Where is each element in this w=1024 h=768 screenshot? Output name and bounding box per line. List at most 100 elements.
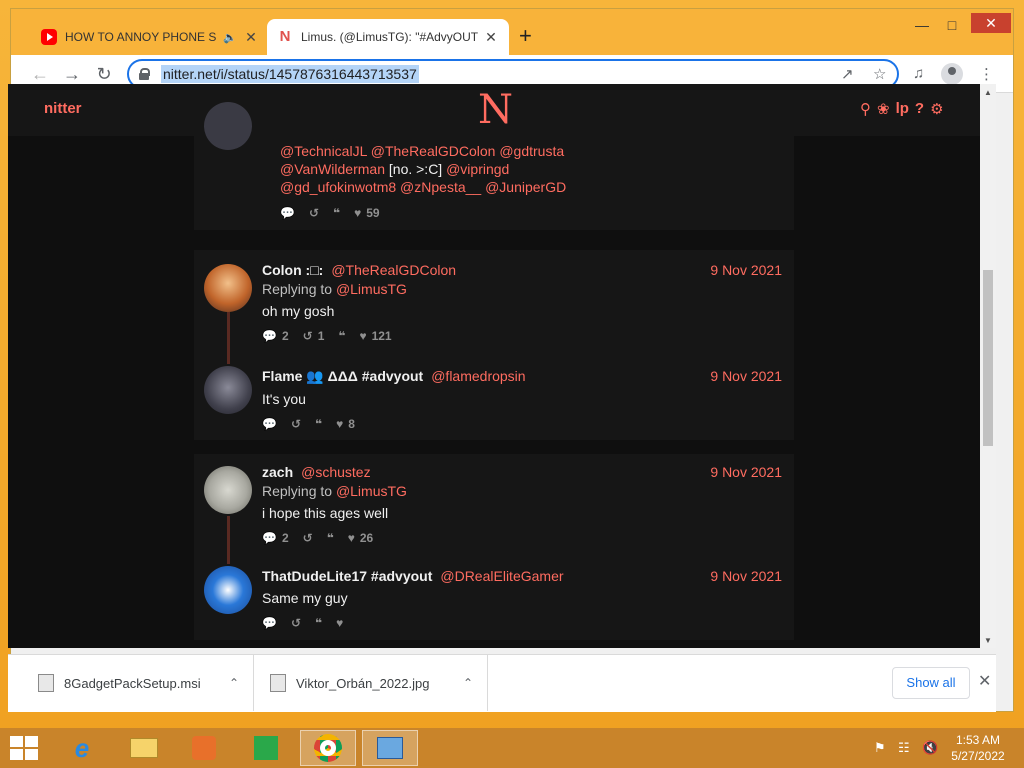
like-stat[interactable]: ♥ 121 [359, 329, 391, 343]
quote-stat[interactable]: ❝ [315, 616, 322, 630]
fullname[interactable]: ThatDudeLite17 #advyout [262, 568, 432, 584]
control-panel-icon[interactable] [362, 730, 418, 766]
forward-arrow-icon[interactable]: → [61, 63, 83, 85]
like-stat[interactable]: ♥ [336, 616, 343, 630]
avatar[interactable] [204, 466, 252, 514]
close-window-button[interactable]: ✕ [971, 13, 1011, 33]
tweet-text: i hope this ages well [262, 505, 389, 521]
retweet-icon: ↺ [302, 531, 313, 545]
minimize-button[interactable]: — [907, 17, 937, 33]
like-stat[interactable]: ♥ 59 [354, 206, 379, 220]
scroll-down-arrow-icon[interactable]: ▼ [984, 636, 992, 645]
close-tab-icon[interactable]: ✕ [483, 29, 499, 46]
menu-kebab-icon[interactable]: ⋮ [979, 65, 994, 83]
tab-youtube[interactable]: HOW TO ANNOY PHONE SC 🔈 ✕ [31, 19, 269, 55]
fullname[interactable]: Flame 👥 ΔΔΔ #advyout [262, 368, 423, 385]
reply-stat[interactable]: 💬 [262, 616, 277, 630]
vertical-scrollbar[interactable]: ▲ ▼ [980, 84, 996, 648]
tweet[interactable]: zach @schustez 9 Nov 2021 Replying to @L… [194, 464, 794, 545]
quote-stat[interactable]: ❝ [315, 417, 322, 431]
retweet-stat[interactable]: ↺ [291, 417, 301, 431]
username[interactable]: @flamedropsin [431, 368, 525, 384]
retweet-stat[interactable]: ↺ 1 [303, 329, 325, 343]
network-icon[interactable]: ☷ [898, 740, 910, 756]
mention-link[interactable]: @vipringd [446, 161, 509, 177]
replying-label: Replying to [262, 483, 333, 499]
show-all-button[interactable]: Show all [892, 667, 970, 699]
like-stat[interactable]: ♥ 8 [336, 417, 355, 431]
fullname[interactable]: zach [262, 464, 293, 480]
tweet[interactable]: Colon :□: @TheRealGDColon 9 Nov 2021 Rep… [194, 262, 794, 343]
speaker-icon[interactable]: 🔈 [223, 31, 237, 44]
tweet-date[interactable]: 9 Nov 2021 [710, 368, 782, 384]
share-icon[interactable]: ↗ [841, 65, 854, 83]
internet-explorer-icon[interactable]: e [54, 730, 110, 766]
tab-nitter[interactable]: N Limus. (@LimusTG): "#AdvyOUT ✕ [267, 19, 509, 55]
replying-to-link[interactable]: @LimusTG [336, 483, 407, 499]
tweet[interactable]: Flame 👥 ΔΔΔ #advyout @flamedropsin 9 Nov… [194, 366, 794, 431]
reply-stat[interactable]: 💬 [262, 417, 277, 431]
chrome-logo [314, 734, 342, 762]
back-arrow-icon[interactable]: ← [29, 63, 51, 85]
mention-link[interactable]: @VanWilderman [280, 161, 385, 177]
reply-stat[interactable]: 💬 [280, 206, 295, 220]
nitter-brand-link[interactable]: nitter [44, 100, 82, 117]
retweet-stat[interactable]: ↺ [291, 616, 301, 630]
like-stat[interactable]: ♥ 26 [348, 531, 373, 545]
tweet-date[interactable]: 9 Nov 2021 [710, 464, 782, 480]
reply-stat[interactable]: 💬 2 [262, 531, 289, 545]
download-item[interactable]: 8GadgetPackSetup.msi ⌃ [8, 655, 254, 711]
store-icon[interactable] [238, 730, 294, 766]
liberapay-icon[interactable]: lp [896, 100, 909, 118]
file-explorer-icon[interactable] [116, 730, 172, 766]
avatar[interactable] [204, 566, 252, 614]
windows-start-icon[interactable] [10, 736, 38, 760]
tweet[interactable]: ThatDudeLite17 #advyout @DRealEliteGamer… [194, 566, 794, 630]
chevron-up-icon[interactable]: ⌃ [229, 676, 239, 690]
new-tab-button[interactable]: + [519, 25, 532, 47]
tweet-date[interactable]: 9 Nov 2021 [710, 262, 782, 278]
media-control-icon[interactable]: ♫ [913, 65, 924, 82]
mentions-line[interactable]: @TechnicalJL @TheRealGDColon @gdtrusta [280, 142, 566, 160]
download-item[interactable]: Viktor_Orbán_2022.jpg ⌃ [254, 655, 488, 711]
fullname[interactable]: Colon :□: [262, 262, 323, 278]
twitter-bird-icon[interactable]: ❀ [877, 100, 890, 118]
scrollbar-thumb[interactable] [983, 270, 993, 446]
retweet-stat[interactable]: ↺ [303, 531, 313, 545]
partial-thread: @TechnicalJL @TheRealGDColon @gdtrusta @… [194, 102, 794, 230]
maximize-button[interactable]: □ [937, 17, 967, 33]
media-player-icon[interactable] [176, 730, 232, 766]
chevron-up-icon[interactable]: ⌃ [463, 676, 473, 690]
username[interactable]: @TheRealGDColon [331, 262, 456, 278]
quote-stat[interactable]: ❝ [333, 206, 340, 220]
quote-stat[interactable]: ❝ [327, 531, 334, 545]
mentions-line[interactable]: @gd_ufokinwotm8 @zNpesta__ @JuniperGD [280, 178, 566, 196]
lock-icon[interactable] [139, 68, 150, 80]
avatar[interactable] [204, 366, 252, 414]
address-url[interactable]: nitter.net/i/status/1457876316443713537 [161, 65, 419, 83]
flag-icon[interactable]: ⚑ [874, 740, 886, 756]
search-icon[interactable]: ⚲ [860, 100, 871, 118]
profile-avatar-icon[interactable] [941, 63, 963, 85]
help-icon[interactable]: ? [915, 100, 924, 118]
username[interactable]: @schustez [301, 464, 370, 480]
scroll-up-arrow-icon[interactable]: ▲ [984, 88, 992, 97]
bookmark-star-icon[interactable]: ☆ [873, 65, 886, 83]
replying-to-link[interactable]: @LimusTG [336, 281, 407, 297]
quote-icon: ❝ [333, 206, 341, 220]
reload-icon[interactable]: ↻ [93, 63, 115, 85]
close-tab-icon[interactable]: ✕ [243, 29, 259, 46]
reply-stat[interactable]: 💬 2 [262, 329, 289, 343]
avatar[interactable] [204, 264, 252, 312]
tweet-date[interactable]: 9 Nov 2021 [710, 568, 782, 584]
close-icon[interactable]: ✕ [978, 671, 991, 691]
gear-icon[interactable]: ⚙ [930, 100, 943, 118]
system-clock[interactable]: 1:53 AM 5/27/2022 [948, 732, 1008, 764]
avatar[interactable] [204, 102, 252, 150]
chrome-taskbar-icon[interactable] [300, 730, 356, 766]
username[interactable]: @DRealEliteGamer [440, 568, 563, 584]
quote-stat[interactable]: ❝ [338, 329, 345, 343]
volume-muted-icon[interactable]: 🔇 [922, 740, 938, 756]
retweet-stat[interactable]: ↺ [309, 206, 319, 220]
nitter-logo[interactable]: N [478, 90, 513, 130]
